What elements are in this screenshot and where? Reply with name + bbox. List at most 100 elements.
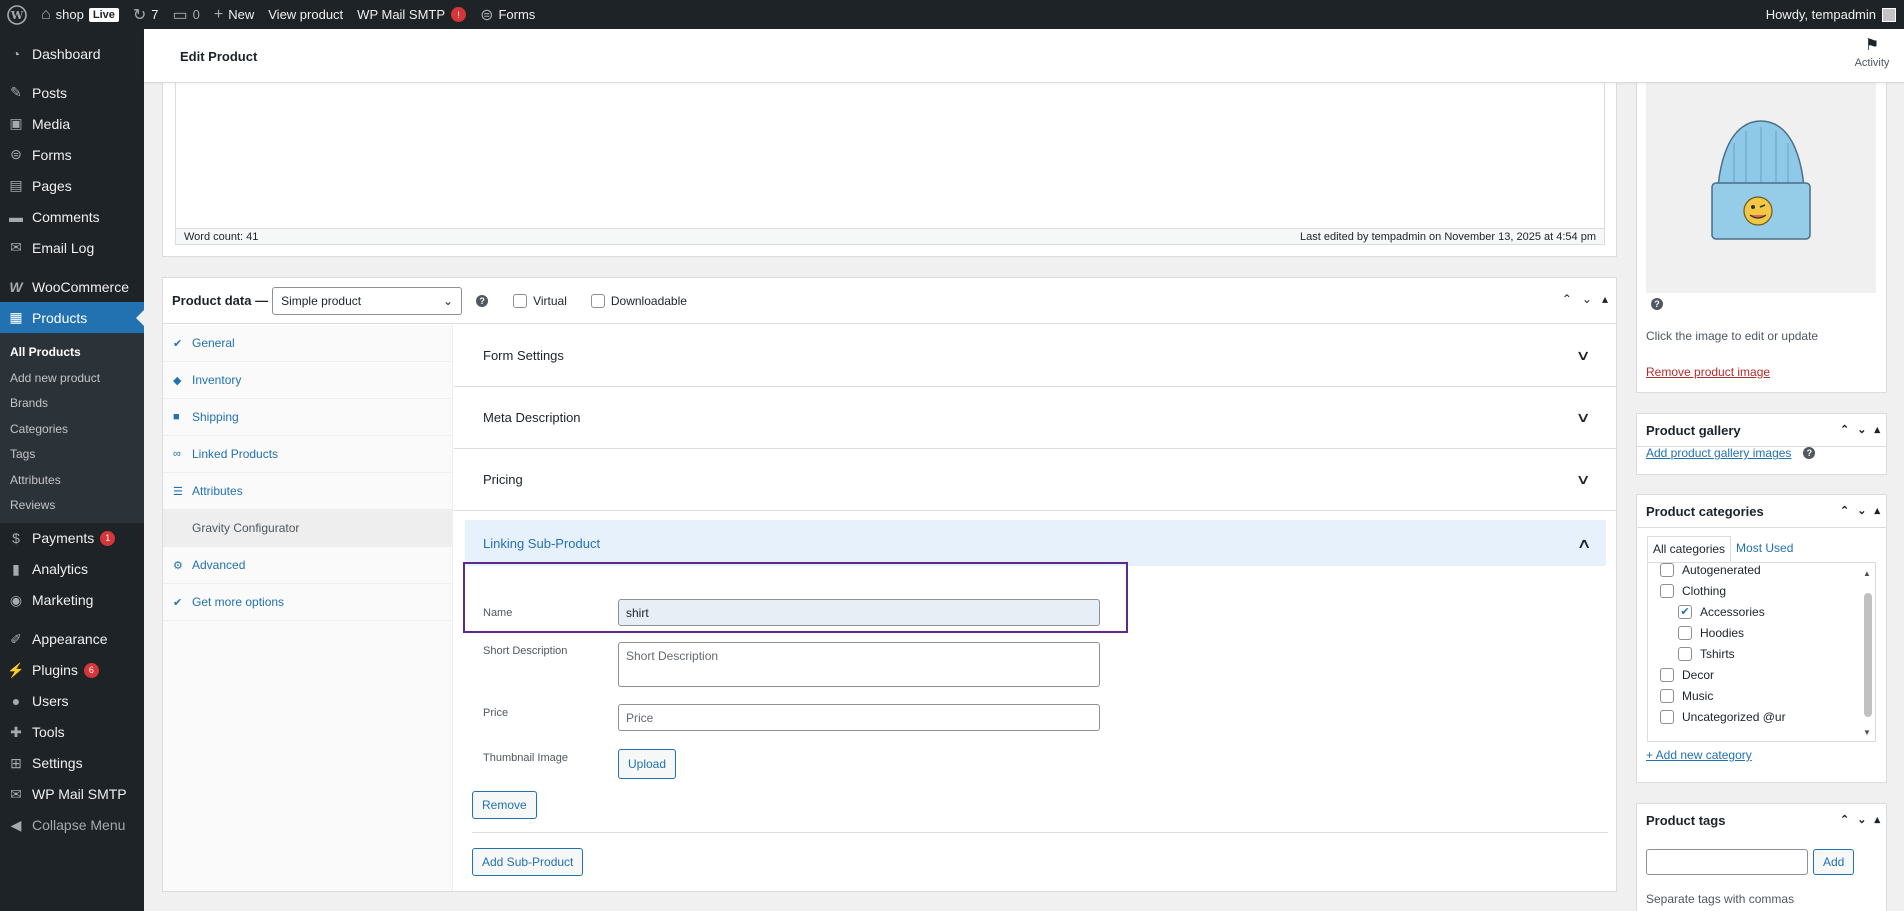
category-checkbox-checked[interactable]: ✔: [1678, 604, 1692, 619]
wordpress-logo-icon[interactable]: W: [0, 0, 34, 29]
product-categories-header[interactable]: Product categories ⌃ ⌄ ▴: [1637, 495, 1886, 528]
category-checkbox[interactable]: [1660, 688, 1674, 703]
section-form-settings[interactable]: Form Settings ∨: [454, 325, 1616, 387]
section-pricing[interactable]: Pricing ∨: [454, 449, 1616, 511]
toggle-panel-icon[interactable]: ▴: [1874, 813, 1880, 826]
category-checkbox[interactable]: [1678, 646, 1692, 661]
menu-payments[interactable]: $ Payments 1: [0, 523, 144, 554]
menu-settings[interactable]: ⊞ Settings: [0, 748, 144, 779]
chevron-up-icon[interactable]: ⌃: [1840, 423, 1849, 436]
category-item[interactable]: Uncategorized @ur: [1648, 706, 1875, 727]
submenu-reviews[interactable]: Reviews: [0, 493, 144, 519]
category-item[interactable]: Hoodies: [1648, 622, 1875, 643]
chevron-up-icon[interactable]: ⌃: [1562, 292, 1572, 306]
add-sub-product-button[interactable]: Add Sub-Product: [472, 848, 584, 876]
short-description-textarea[interactable]: Short Description: [618, 642, 1100, 687]
wp-mail-smtp-link[interactable]: WP Mail SMTP !: [350, 0, 473, 29]
category-checkbox[interactable]: [1660, 709, 1674, 724]
menu-marketing[interactable]: ◉ Marketing: [0, 585, 144, 616]
product-tags-header[interactable]: Product tags ⌃ ⌄ ▴: [1637, 804, 1886, 837]
category-scrollbar[interactable]: ▲ ▼: [1863, 569, 1873, 737]
category-checkbox[interactable]: [1660, 563, 1674, 577]
site-name-link[interactable]: ⌂ shop Live: [34, 0, 126, 29]
collapse-menu-button[interactable]: ◀ Collapse Menu: [0, 810, 144, 841]
help-icon[interactable]: ?: [476, 294, 489, 307]
new-content-link[interactable]: + New: [207, 0, 261, 29]
tab-inventory[interactable]: ◆ Inventory: [163, 362, 452, 399]
tab-most-used[interactable]: Most Used: [1731, 536, 1798, 562]
menu-users[interactable]: ● Users: [0, 686, 144, 717]
activity-button[interactable]: ⚑ Activity: [1850, 35, 1894, 69]
menu-forms[interactable]: ⊜ Forms: [0, 139, 144, 170]
tag-input[interactable]: [1646, 849, 1808, 875]
section-linking-sub-product[interactable]: Linking Sub-Product ∧: [465, 520, 1606, 566]
scroll-up-icon[interactable]: ▲: [1863, 569, 1871, 578]
chevron-down-icon[interactable]: ⌄: [1857, 423, 1866, 436]
add-gallery-images-link[interactable]: Add product gallery images: [1646, 446, 1791, 460]
help-icon[interactable]: ?: [1803, 447, 1816, 459]
category-item[interactable]: Decor: [1648, 664, 1875, 685]
virtual-checkbox[interactable]: [513, 293, 528, 308]
help-icon[interactable]: ?: [1651, 298, 1663, 310]
tab-get-more-options[interactable]: ✔ Get more options: [163, 584, 452, 621]
category-item[interactable]: Tshirts: [1648, 643, 1875, 664]
category-item[interactable]: ✔ Accessories: [1648, 601, 1875, 622]
tab-shipping[interactable]: ■ Shipping: [163, 399, 452, 436]
category-item[interactable]: Music: [1648, 685, 1875, 706]
menu-comments[interactable]: ▬ Comments: [0, 201, 144, 232]
product-image[interactable]: [1646, 83, 1876, 293]
menu-dashboard[interactable]: ◔ Dashboard: [0, 38, 144, 69]
virtual-checkbox-label[interactable]: Virtual: [513, 293, 567, 308]
remove-button[interactable]: Remove: [472, 791, 537, 819]
scroll-down-icon[interactable]: ▼: [1863, 728, 1871, 737]
updates-link[interactable]: ↻ 7: [126, 0, 166, 29]
menu-plugins[interactable]: ⚡ Plugins 6: [0, 655, 144, 686]
view-product-link[interactable]: View product: [261, 0, 350, 29]
category-checkbox[interactable]: [1678, 625, 1692, 640]
chevron-up-icon[interactable]: ⌃: [1840, 813, 1849, 826]
toggle-panel-icon[interactable]: ▴: [1874, 423, 1880, 436]
tab-all-categories[interactable]: All categories: [1647, 536, 1732, 562]
category-checkbox[interactable]: [1660, 667, 1674, 682]
my-account[interactable]: Howdy, tempadmin: [1766, 7, 1904, 22]
menu-woocommerce[interactable]: W WooCommerce: [0, 271, 144, 302]
menu-pages[interactable]: ▤ Pages: [0, 170, 144, 201]
category-item[interactable]: Autogenerated: [1648, 563, 1875, 580]
tab-general[interactable]: ✔ General: [163, 325, 452, 362]
menu-appearance[interactable]: ✐ Appearance: [0, 624, 144, 655]
menu-products[interactable]: ▦ Products: [0, 302, 144, 333]
editor-content-area[interactable]: [175, 83, 1605, 245]
menu-posts[interactable]: ✎ Posts: [0, 77, 144, 108]
menu-wp-mail-smtp[interactable]: ✉ WP Mail SMTP: [0, 779, 144, 810]
toggle-panel-icon[interactable]: ▴: [1874, 504, 1880, 517]
section-meta-description[interactable]: Meta Description ∨: [454, 387, 1616, 449]
chevron-down-icon[interactable]: ⌄: [1857, 504, 1866, 517]
chevron-down-icon[interactable]: ⌄: [1582, 292, 1592, 306]
add-tag-button[interactable]: Add: [1813, 849, 1855, 875]
category-item[interactable]: Clothing: [1648, 580, 1875, 601]
submenu-tags[interactable]: Tags: [0, 442, 144, 468]
menu-media[interactable]: ▣ Media: [0, 108, 144, 139]
submenu-brands[interactable]: Brands: [0, 391, 144, 417]
submenu-attributes[interactable]: Attributes: [0, 468, 144, 494]
remove-product-image-link[interactable]: Remove product image: [1646, 365, 1770, 379]
tab-advanced[interactable]: ⚙ Advanced: [163, 547, 452, 584]
price-input[interactable]: Price: [618, 704, 1100, 731]
forms-link[interactable]: ⊜ Forms: [473, 0, 542, 29]
tab-linked-products[interactable]: ∞ Linked Products: [163, 436, 452, 473]
submenu-all-products[interactable]: All Products: [0, 340, 144, 366]
product-type-select[interactable]: Simple product ⌄: [272, 286, 463, 315]
chevron-down-icon[interactable]: ⌄: [1857, 813, 1866, 826]
tab-gravity-configurator[interactable]: Gravity Configurator: [163, 510, 452, 547]
add-new-category-link[interactable]: + Add new category: [1646, 748, 1752, 762]
menu-email-log[interactable]: ✉ Email Log: [0, 232, 144, 263]
downloadable-checkbox[interactable]: [590, 293, 605, 308]
scrollbar-thumb[interactable]: [1864, 593, 1872, 717]
submenu-categories[interactable]: Categories: [0, 417, 144, 443]
toggle-panel-icon[interactable]: ▴: [1602, 292, 1608, 306]
tab-attributes[interactable]: ☰ Attributes: [163, 473, 452, 510]
upload-button[interactable]: Upload: [618, 749, 677, 779]
product-gallery-header[interactable]: Product gallery ⌃ ⌄ ▴: [1637, 414, 1886, 447]
category-checkbox[interactable]: [1660, 583, 1674, 598]
downloadable-checkbox-label[interactable]: Downloadable: [590, 293, 687, 308]
